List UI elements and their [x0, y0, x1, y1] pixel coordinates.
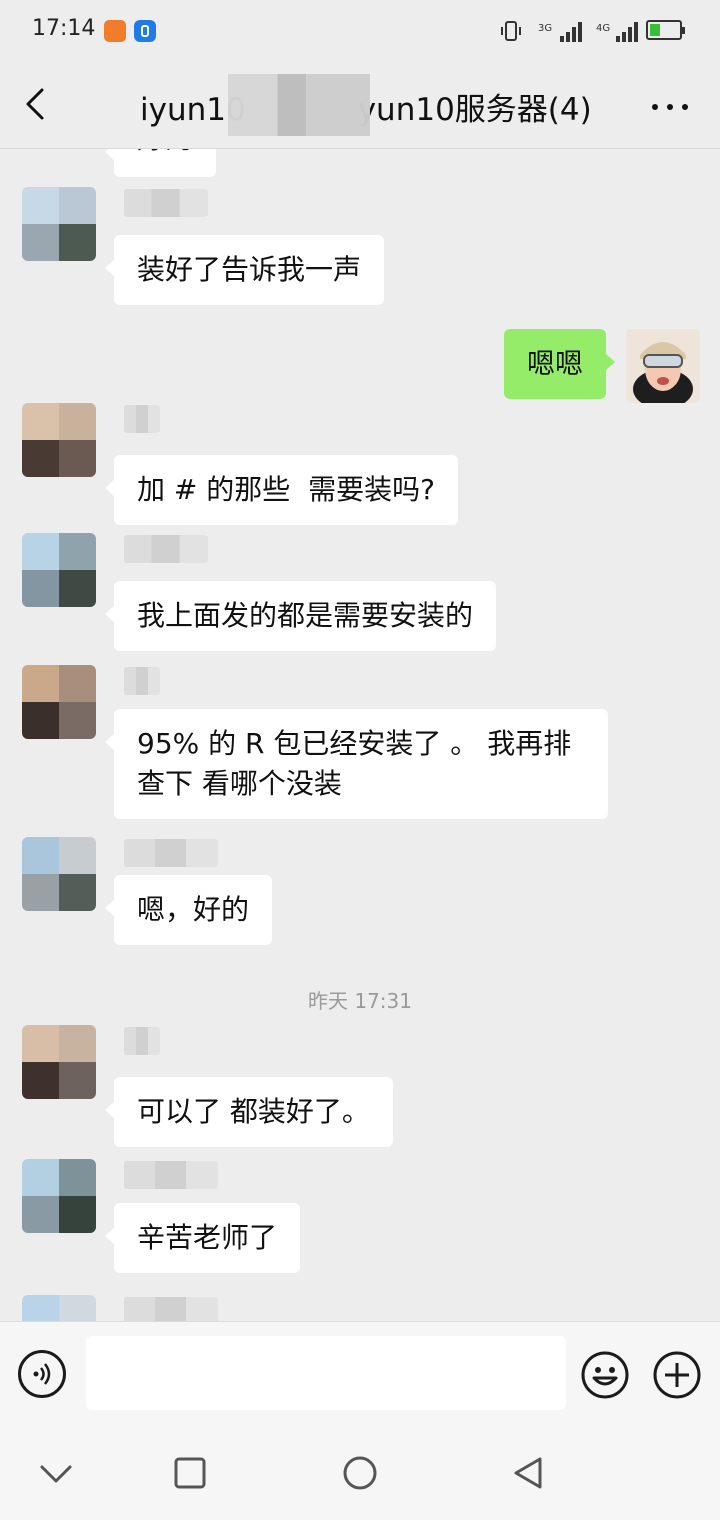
- voice-waves-icon: [33, 1363, 51, 1385]
- avatar[interactable]: [22, 1025, 96, 1099]
- message-bubble[interactable]: 装好了告诉我一声: [104, 235, 385, 305]
- message-bubble[interactable]: 辛苦老师了: [104, 1203, 301, 1273]
- sender-name-blur: [124, 667, 160, 695]
- message-bubble[interactable]: 95% 的 R 包已经安装了 。 我再排 查下 看哪个没装: [105, 709, 608, 819]
- avatar[interactable]: [22, 837, 96, 911]
- sender-name-blur: [124, 405, 160, 433]
- signal-4g-label: 4G: [596, 23, 611, 34]
- sender-name-blur: [124, 1161, 218, 1189]
- avatar-portrait-icon: [626, 329, 700, 403]
- plus-icon[interactable]: [652, 1350, 702, 1400]
- sender-name-blur: [124, 839, 218, 867]
- nav-down-icon[interactable]: [36, 1453, 76, 1493]
- message-bubble[interactable]: 我上面发的都是需要安装的: [104, 581, 497, 651]
- avatar[interactable]: [626, 329, 700, 403]
- chat-header: iyun10 yun10服务器(4): [0, 62, 720, 149]
- browser-icon: [134, 20, 156, 42]
- avatar[interactable]: [22, 1159, 96, 1233]
- back-arrow-icon[interactable]: [18, 82, 58, 126]
- title-blur-mask: [228, 74, 370, 136]
- app-notification-icon: [104, 20, 126, 42]
- signal-3g-label: 3G: [538, 23, 553, 34]
- timestamp: 昨天 17:31: [308, 989, 412, 1013]
- status-time: 17:14: [32, 16, 96, 41]
- message-bubble-outgoing[interactable]: 嗯嗯: [503, 329, 616, 399]
- message-list[interactable]: 好的 装好了告诉我一声 嗯嗯 加 # 的那些: [0, 149, 720, 1321]
- signal-3g-icon: [560, 20, 586, 42]
- message-bubble[interactable]: 可以了 都装好了。: [105, 1077, 393, 1147]
- sender-name-blur: [124, 535, 208, 563]
- sender-name-blur: [124, 189, 208, 217]
- signal-4g-icon: [616, 20, 642, 42]
- avatar[interactable]: [22, 533, 96, 607]
- message-bubble[interactable]: 加 # 的那些 需要装吗?: [105, 455, 458, 525]
- avatar[interactable]: [22, 187, 96, 261]
- emoji-icon[interactable]: [580, 1350, 630, 1400]
- vibrate-icon: [501, 21, 521, 41]
- battery-charging-icon: [646, 20, 685, 40]
- avatar[interactable]: [22, 403, 96, 477]
- chat-title-right: yun10服务器(4): [357, 92, 592, 128]
- sender-name-blur: [124, 1027, 160, 1055]
- message-bubble[interactable]: 嗯，好的: [104, 875, 273, 945]
- nav-back-icon[interactable]: [508, 1453, 548, 1493]
- nav-home-icon[interactable]: [340, 1453, 380, 1493]
- nav-recents-icon[interactable]: [170, 1453, 210, 1493]
- avatar[interactable]: [22, 1295, 96, 1321]
- voice-icon[interactable]: [18, 1350, 66, 1398]
- sender-name-blur: [124, 1297, 218, 1321]
- more-dots-icon[interactable]: [646, 92, 694, 122]
- system-nav-bar: [0, 1425, 720, 1520]
- avatar[interactable]: [22, 665, 96, 739]
- status-bar: 17:14 3G 4G: [0, 0, 720, 62]
- message-input[interactable]: [86, 1336, 566, 1410]
- message-bubble[interactable]: 好的: [104, 149, 217, 177]
- input-bar: [0, 1321, 720, 1426]
